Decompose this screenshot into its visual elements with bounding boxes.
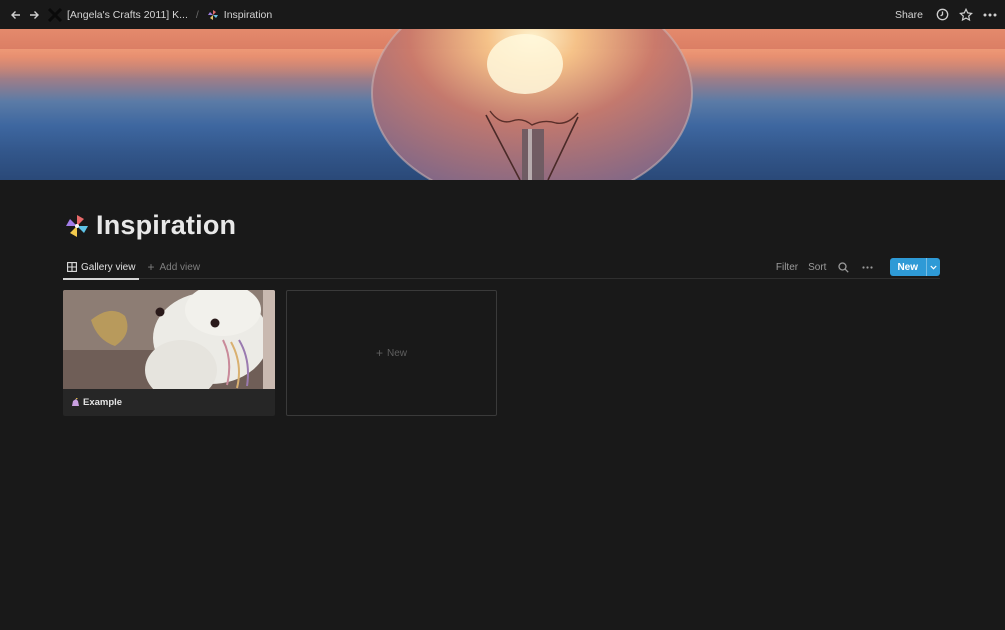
pinwheel-icon bbox=[207, 9, 219, 21]
workspace-icon bbox=[47, 7, 63, 22]
more-options-icon[interactable] bbox=[983, 8, 997, 22]
filter-button[interactable]: Filter bbox=[776, 262, 798, 273]
breadcrumb-separator: / bbox=[195, 8, 199, 21]
sort-button[interactable]: Sort bbox=[808, 262, 826, 273]
top-actions: Share bbox=[895, 7, 997, 22]
plus-icon: + bbox=[375, 346, 383, 360]
page-title: Inspiration bbox=[96, 210, 237, 240]
card-title: Example bbox=[83, 397, 123, 408]
card-cover-image bbox=[63, 290, 275, 389]
breadcrumb-workspace[interactable]: [Angela's Crafts 2011] K... bbox=[67, 9, 188, 21]
forward-arrow-icon[interactable] bbox=[26, 7, 42, 23]
more-options-icon[interactable] bbox=[860, 260, 874, 274]
view-toolbar: Gallery view + Add view Filter Sort New bbox=[63, 256, 940, 280]
new-button-label: New bbox=[897, 261, 918, 273]
unicorn-icon bbox=[71, 397, 80, 407]
tab-label: Gallery view bbox=[81, 261, 136, 273]
chevron-down-icon[interactable] bbox=[926, 258, 940, 276]
share-button[interactable]: Share bbox=[895, 9, 923, 21]
plus-icon: + bbox=[147, 260, 155, 274]
new-button[interactable]: New bbox=[890, 258, 940, 276]
breadcrumb: [Angela's Crafts 2011] K... / Inspiratio… bbox=[44, 7, 272, 22]
view-actions: Filter Sort New bbox=[776, 258, 940, 276]
card-meta: Example bbox=[63, 389, 275, 416]
grid-icon bbox=[67, 262, 77, 272]
star-icon[interactable] bbox=[959, 7, 973, 22]
tab-gallery-view[interactable]: Gallery view bbox=[63, 256, 140, 280]
breadcrumb-page[interactable]: Inspiration bbox=[224, 9, 272, 21]
back-arrow-icon[interactable] bbox=[8, 7, 24, 23]
clock-icon[interactable] bbox=[935, 8, 949, 22]
page-header: Inspiration bbox=[64, 210, 236, 241]
search-icon[interactable] bbox=[836, 260, 850, 274]
gallery-card[interactable]: Example bbox=[63, 290, 275, 416]
cover-image bbox=[0, 29, 1005, 180]
pinwheel-icon[interactable] bbox=[64, 213, 90, 239]
add-view-label: Add view bbox=[159, 261, 201, 273]
new-card-button[interactable]: + New bbox=[286, 290, 497, 416]
top-bar: [Angela's Crafts 2011] K... / Inspiratio… bbox=[0, 0, 1005, 29]
add-view-button[interactable]: + Add view bbox=[147, 260, 200, 274]
new-card-label: New bbox=[387, 347, 408, 359]
